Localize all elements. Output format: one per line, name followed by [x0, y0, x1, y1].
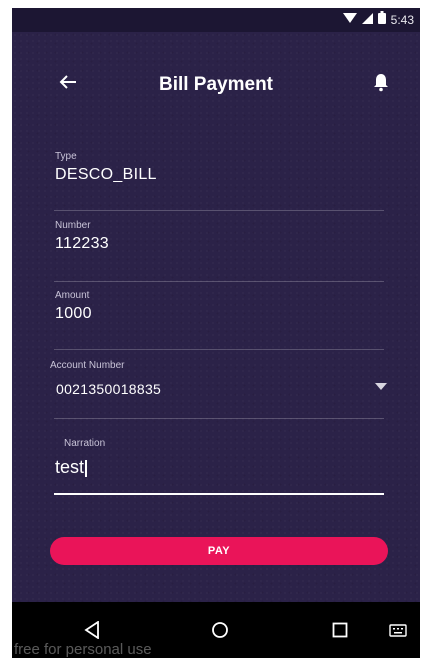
type-value: DESCO_BILL [55, 166, 157, 183]
home-nav-icon[interactable] [206, 602, 234, 658]
amount-divider [54, 349, 384, 350]
amount-value: 1000 [55, 305, 92, 322]
type-divider [54, 210, 384, 211]
signal-icon [361, 11, 373, 29]
account-number-dropdown[interactable]: Account Number 0021350018835 [50, 360, 161, 397]
clock-time: 5:43 [390, 13, 414, 27]
app-bar: Bill Payment [12, 32, 420, 116]
dropdown-arrow-icon[interactable] [375, 383, 387, 390]
pay-button[interactable]: PAY [50, 537, 388, 565]
recents-nav-icon[interactable] [326, 602, 354, 658]
account-number-label: Account Number [50, 360, 125, 371]
narration-input[interactable]: Narration test [54, 438, 384, 495]
narration-value: test [55, 457, 85, 477]
text-cursor [85, 459, 88, 477]
amount-label: Amount [55, 290, 90, 301]
type-label: Type [55, 151, 77, 162]
account-number-divider [54, 418, 384, 419]
narration-label: Narration [64, 438, 106, 449]
watermark-text: free for personal use [14, 641, 152, 658]
narration-underline [54, 493, 384, 495]
number-value: 112233 [55, 235, 110, 252]
keyboard-icon[interactable] [386, 602, 410, 658]
account-number-value: 0021350018835 [56, 381, 162, 397]
wifi-icon [342, 11, 357, 29]
page-title: Bill Payment [158, 74, 274, 95]
number-field[interactable]: Number 112233 [55, 220, 109, 253]
status-bar: 5:43 [12, 8, 420, 32]
number-divider [54, 281, 384, 282]
type-field[interactable]: Type DESCO_BILL [55, 151, 157, 184]
notification-bell-icon[interactable] [369, 70, 393, 94]
amount-field[interactable]: Amount 1000 [55, 290, 92, 323]
battery-icon [377, 11, 386, 29]
number-label: Number [55, 220, 91, 231]
phone-screen: 5:43 Bill Payment Type DESCO_BILL Number… [12, 8, 420, 658]
